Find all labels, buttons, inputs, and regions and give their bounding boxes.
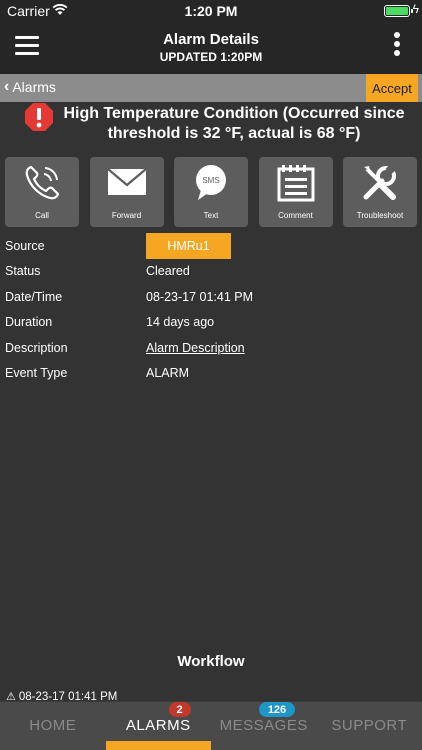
- detail-row-datetime: Date/Time 08-23-17 01:41 PM: [0, 284, 422, 309]
- status-label: Status: [5, 264, 41, 279]
- phone-icon: [25, 165, 60, 200]
- detail-row-source: Source HMRu1: [0, 233, 422, 259]
- detail-row-duration: Duration 14 days ago: [0, 309, 422, 334]
- more-options-icon[interactable]: [394, 32, 402, 58]
- detail-row-status: Status Cleared: [0, 258, 422, 283]
- tab-messages-label: MESSAGES: [219, 717, 308, 734]
- troubleshoot-button[interactable]: Troubleshoot: [343, 157, 417, 227]
- notepad-icon: [277, 165, 314, 202]
- active-tab-indicator: [105, 741, 211, 750]
- sms-bubble-icon: SMS: [196, 165, 226, 200]
- page-title: Alarm Details: [163, 31, 259, 48]
- tab-support-label: SUPPORT: [331, 717, 408, 734]
- call-button[interactable]: Call: [5, 157, 79, 227]
- text-label: Text: [203, 211, 219, 220]
- alarm-title: High Temperature Condition (Occurred sin…: [63, 105, 405, 142]
- updated-timestamp: UPDATED 1:20PM: [159, 50, 263, 64]
- forward-button[interactable]: Forward: [89, 157, 164, 227]
- tab-alarms-label: ALARMS: [125, 717, 191, 734]
- forward-label: Forward: [111, 211, 142, 220]
- alarm-description-link[interactable]: Alarm Description: [146, 341, 245, 355]
- text-button[interactable]: SMS Text: [174, 157, 248, 227]
- battery-icon: [384, 5, 413, 17]
- detail-row-event-type: Event Type ALARM: [0, 360, 422, 385]
- clock: 1:20 PM: [184, 3, 238, 19]
- bottom-tab-bar: HOME ALARMS 2 MESSAGES 126 SUPPORT: [0, 701, 422, 750]
- chevron-left-icon: ‹: [4, 78, 10, 95]
- back-button[interactable]: ‹ Alarms: [4, 78, 56, 96]
- svg-text:SMS: SMS: [202, 176, 219, 185]
- tab-alarms[interactable]: ALARMS 2: [105, 702, 211, 750]
- workflow-title: Workflow: [177, 653, 245, 670]
- datetime-label: Date/Time: [5, 289, 63, 304]
- workflow-entry-time: 08-23-17 01:41 PM: [18, 691, 118, 701]
- tab-home-label: HOME: [29, 717, 77, 734]
- battery-fill: [386, 7, 408, 15]
- tools-icon: [363, 163, 397, 200]
- charging-icon: ϟ: [412, 2, 419, 16]
- alarm-details-list: Source HMRu1 Status Cleared Date/Time 08…: [0, 233, 422, 385]
- messages-count-badge: 126: [259, 702, 295, 717]
- event-type-value: ALARM: [146, 365, 190, 380]
- alarms-count-badge: 2: [168, 702, 191, 717]
- description-label: Description: [5, 340, 68, 355]
- datetime-value: 08-23-17 01:41 PM: [146, 289, 254, 304]
- warning-triangle-icon: ⚠: [6, 691, 16, 701]
- detail-row-description: Description Alarm Description: [0, 335, 422, 360]
- troubleshoot-label: Troubleshoot: [356, 211, 404, 220]
- duration-value: 14 days ago: [146, 315, 215, 330]
- envelope-icon: [106, 168, 147, 195]
- back-label: Alarms: [12, 79, 56, 95]
- event-type-label: Event Type: [5, 365, 68, 380]
- call-label: Call: [35, 211, 49, 220]
- duration-label: Duration: [5, 315, 53, 330]
- comment-label: Comment: [278, 211, 313, 220]
- status-bar: Carrier 1:20 PM ϟ: [0, 0, 422, 22]
- comment-button[interactable]: Comment: [258, 157, 333, 227]
- accept-button[interactable]: Accept: [366, 74, 418, 102]
- tab-home[interactable]: HOME: [0, 702, 106, 750]
- source-value-button[interactable]: HMRu1: [146, 233, 231, 259]
- status-value: Cleared: [146, 264, 190, 279]
- exclamation-octagon-icon: [25, 103, 53, 131]
- action-buttons: Call Forward SMS Text Comment Troublesho…: [5, 157, 417, 227]
- workflow-entry: ⚠ 08-23-17 01:41 PM: [6, 690, 117, 701]
- sub-header: ‹ Alarms Accept: [0, 74, 422, 102]
- source-label: Source: [5, 239, 45, 253]
- tab-support[interactable]: SUPPORT: [317, 702, 422, 750]
- nav-bar: Alarm Details UPDATED 1:20PM: [0, 22, 422, 74]
